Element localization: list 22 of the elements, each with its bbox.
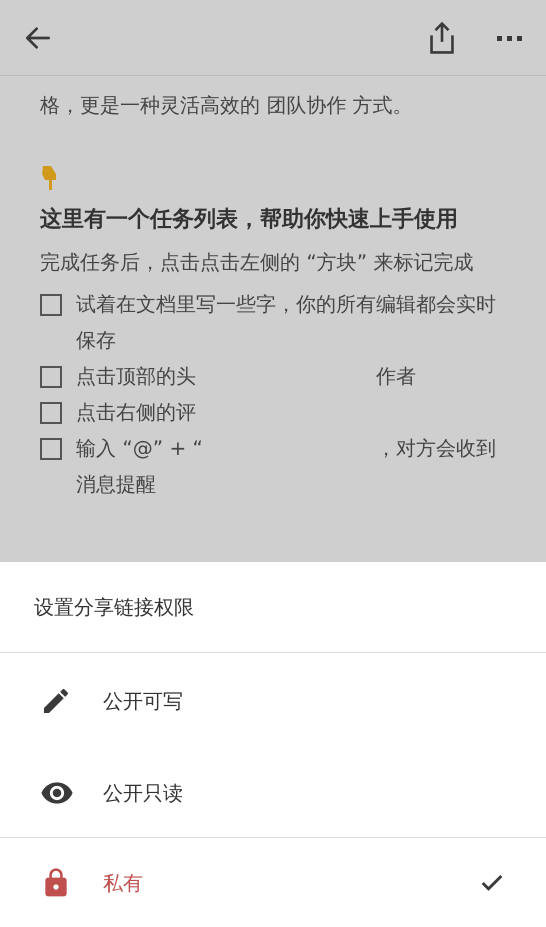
task-text: 消息提醒 [76,471,157,498]
paragraph: 格，更是一种灵活高效的 团队协作 方式。 [40,92,414,119]
task-text: 作者 [376,363,416,390]
option-label: 公开可写 [103,688,184,715]
permission-option[interactable]: 公开只读 [0,749,546,837]
option-label: 私有 [103,870,144,896]
task-checkbox[interactable] [40,438,62,460]
sheet-title: 设置分享链接权限 [34,594,194,621]
more-icon[interactable] [496,34,524,42]
task-checkbox[interactable] [40,294,62,316]
permission-option[interactable]: 私有 [0,837,546,927]
permission-option[interactable]: 公开可写 [0,653,546,749]
option-label: 公开只读 [103,780,184,807]
paragraph: 完成任务后，点击点击左侧的 “方块” 来标记完成 [40,249,474,276]
task-text: 输入 “@” + “ [76,435,204,462]
task-text: 点击右侧的评 [76,399,197,426]
task-text: 点击顶部的头 [76,363,197,390]
task-checkbox[interactable] [40,366,62,388]
task-checkbox[interactable] [40,402,62,424]
task-text: 试着在文档里写一些字，你的所有编辑都会实时保存 [76,291,497,354]
section-heading: 这里有一个任务列表，帮助你快速上手使用 [40,206,459,234]
task-text: ，对方会收到 [376,435,496,462]
